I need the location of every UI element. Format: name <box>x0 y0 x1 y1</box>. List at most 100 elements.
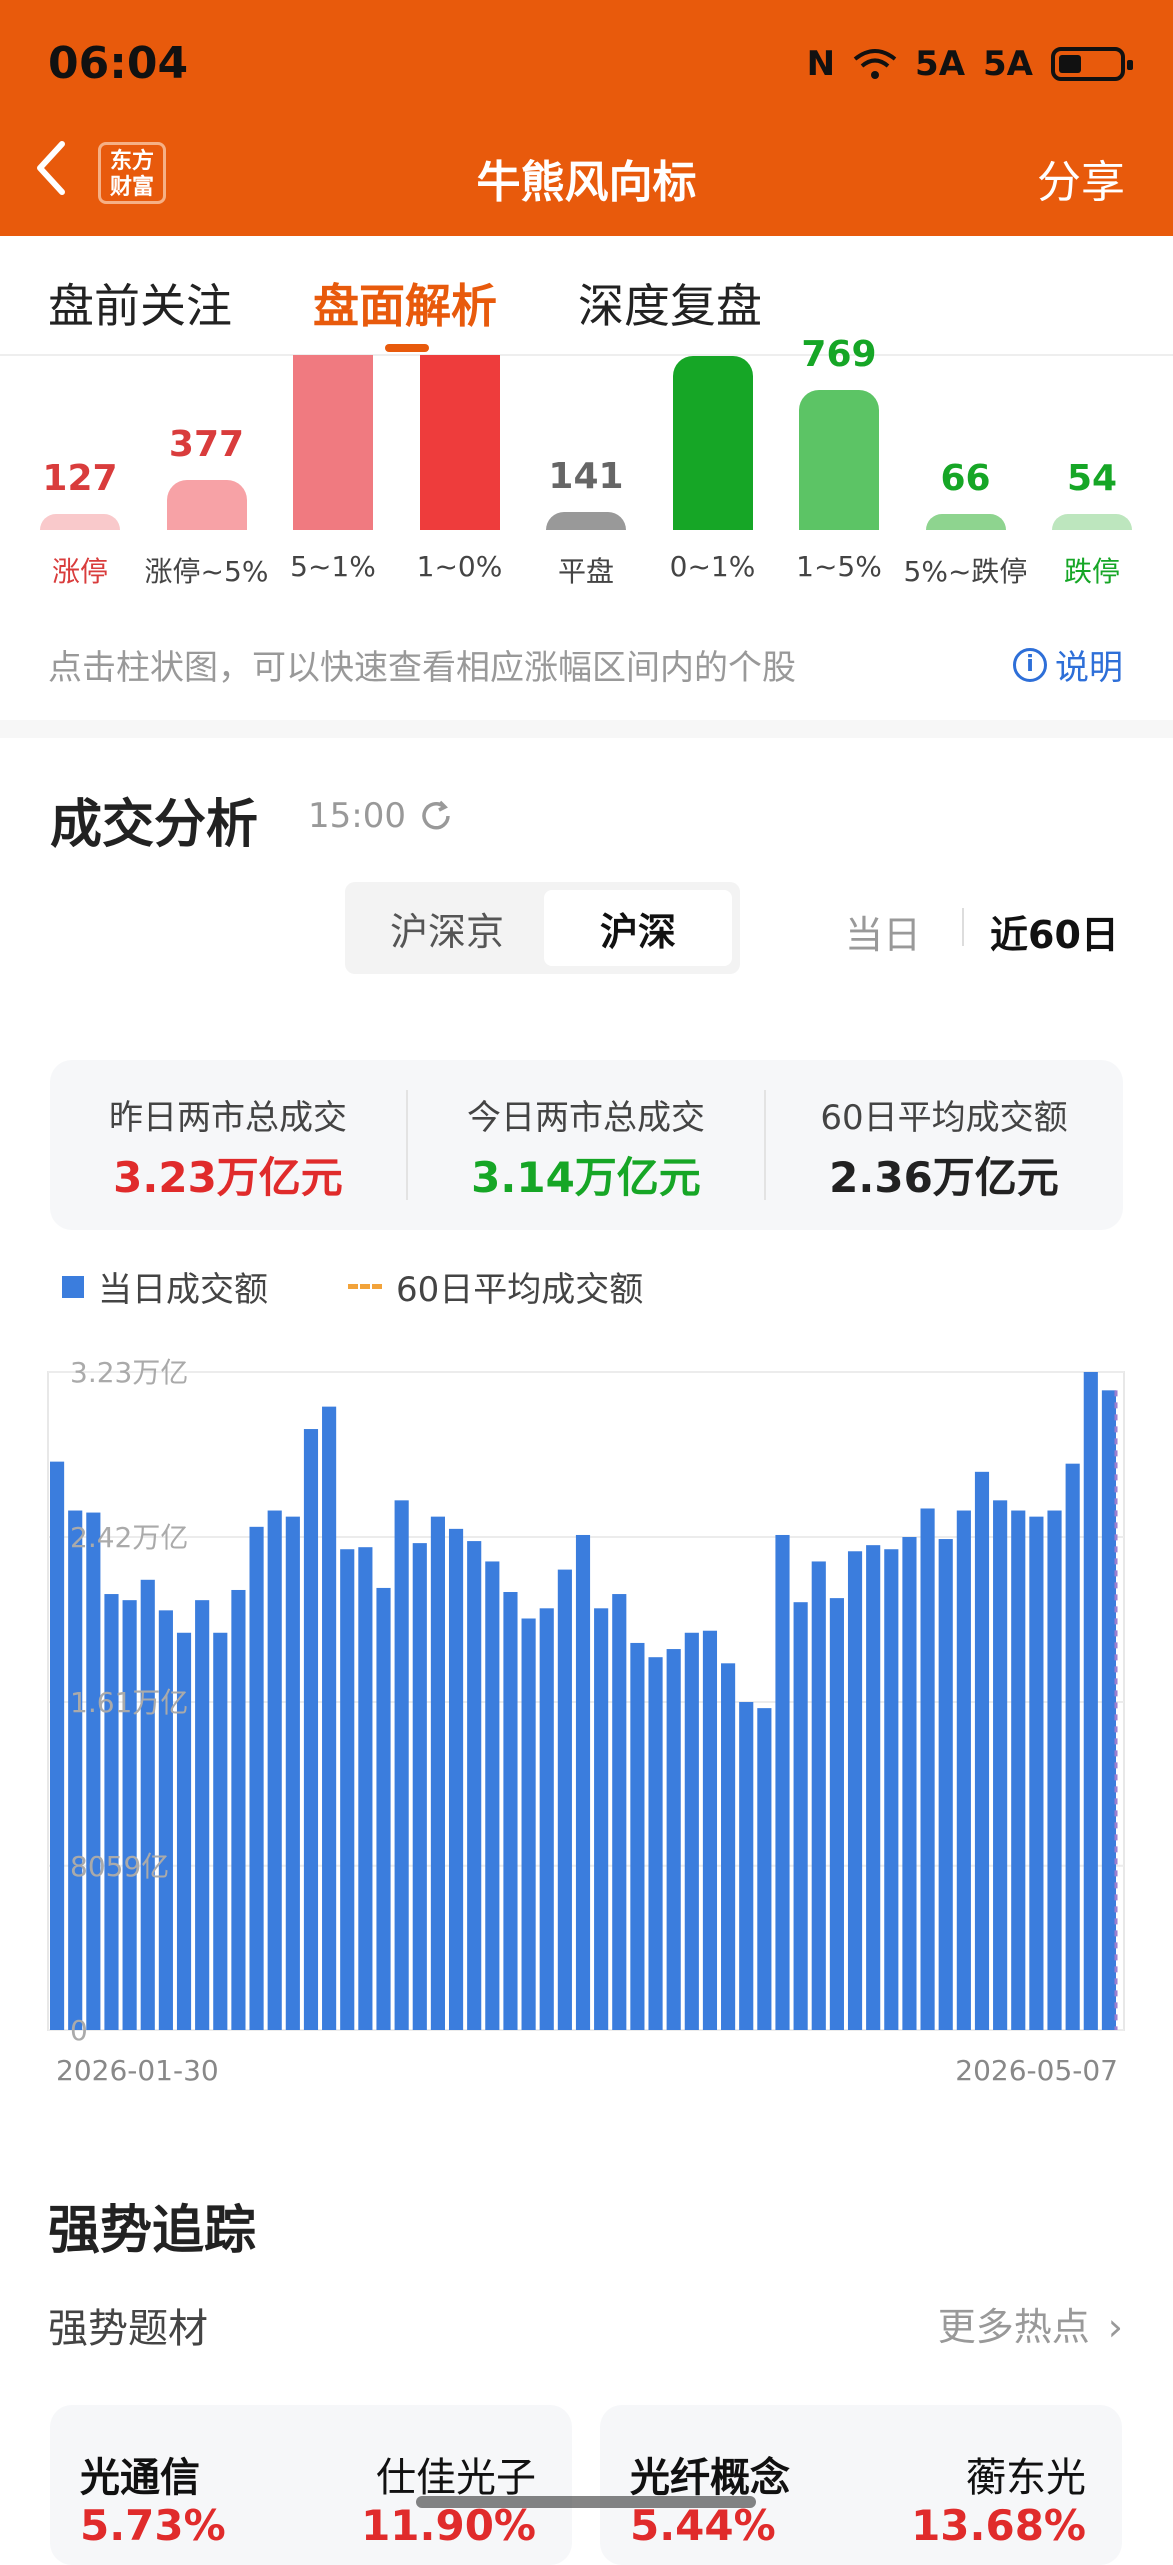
refresh-icon[interactable] <box>418 798 454 834</box>
signal-icon-2: 5A <box>983 44 1033 84</box>
chevron-right-icon: › <box>1107 2305 1123 2349</box>
volume-summary: 昨日两市总成交 3.23万亿元 今日两市总成交 3.14万亿元 60日平均成交额… <box>50 1060 1123 1230</box>
section-divider <box>0 720 1173 738</box>
tab-deep-review[interactable]: 深度复盘 <box>578 270 762 336</box>
volume-bar <box>757 1708 772 2030</box>
distribution-bar[interactable] <box>40 514 120 530</box>
volume-bar <box>829 1598 844 2030</box>
more-hot-link[interactable]: 更多热点 › <box>938 2296 1123 2351</box>
volume-bar <box>702 1630 718 2030</box>
volume-bar <box>158 1610 173 2030</box>
volume-bar <box>249 1526 264 2030</box>
volume-bar <box>866 1545 881 2030</box>
page-title: 牛熊风向标 <box>476 157 697 208</box>
summary-label: 今日两市总成交 <box>467 1098 705 1138</box>
battery-icon <box>1051 47 1133 81</box>
volume-bar <box>485 1561 500 2030</box>
market-option-hs[interactable]: 沪深 <box>544 890 732 966</box>
volume-bar <box>847 1551 863 2030</box>
volume-bar <box>1011 1510 1026 2030</box>
rise-fall-distribution <box>0 355 1173 595</box>
volume-bar <box>956 1510 971 2030</box>
volume-bar <box>993 1500 1008 2030</box>
theme-name: 光通信 <box>80 2455 200 2501</box>
active-tab-indicator <box>385 344 429 352</box>
theme-card[interactable]: 光通信 仕佳光子 5.73% 11.90% <box>50 2405 572 2565</box>
distribution-bar[interactable] <box>166 480 247 530</box>
volume-analysis-title: 成交分析 <box>50 795 259 855</box>
distribution-bar[interactable] <box>799 390 879 530</box>
y-tick-label: 0 <box>70 2014 88 2047</box>
volume-bar <box>503 1592 518 2030</box>
volume-bar <box>793 1602 808 2030</box>
theme-change: 5.44% <box>630 2501 776 2550</box>
summary-label: 昨日两市总成交 <box>109 1098 347 1138</box>
volume-bar <box>412 1543 427 2030</box>
y-tick-label: 8059亿 <box>70 1850 169 1883</box>
tab-premarket[interactable]: 盘前关注 <box>48 270 232 336</box>
leading-stock: 蘅东光 <box>966 2455 1086 2501</box>
summary-yesterday: 昨日两市总成交 3.23万亿元 <box>50 1060 406 1230</box>
volume-bar <box>775 1534 790 2030</box>
volume-bar <box>231 1589 246 2030</box>
range-divider <box>962 908 964 946</box>
y-tick-label: 3.23万亿 <box>70 1356 188 1389</box>
summary-value: 3.23万亿元 <box>113 1153 343 1202</box>
wifi-icon <box>853 49 897 79</box>
range-today-button[interactable]: 当日 <box>845 904 921 959</box>
summary-value: 2.36万亿元 <box>829 1153 1059 1202</box>
volume-bar <box>612 1594 627 2030</box>
volume-bar <box>938 1539 953 2030</box>
legend-daily-swatch <box>62 1275 84 1298</box>
y-tick-label: 2.42万亿 <box>70 1521 188 1554</box>
volume-bar <box>884 1549 899 2030</box>
volume-bar <box>1029 1516 1044 2030</box>
volume-bar <box>376 1587 391 2030</box>
chart-legend: 当日成交额 60日平均成交额 <box>62 1262 643 1311</box>
leading-stock: 仕佳光子 <box>376 2455 536 2501</box>
volume-bar <box>1101 1390 1117 2030</box>
share-button[interactable]: 分享 <box>1037 146 1125 210</box>
distribution-bar[interactable] <box>419 355 500 530</box>
volume-bar <box>666 1649 681 2030</box>
status-icons: N 5A 5A <box>806 44 1133 84</box>
range-60days-button[interactable]: 近60日 <box>990 904 1119 959</box>
volume-bar <box>1047 1510 1062 2030</box>
update-time: 15:00 <box>308 796 406 836</box>
volume-bar <box>684 1632 699 2030</box>
volume-bar <box>303 1429 319 2030</box>
explain-button[interactable]: i 说明 <box>1013 640 1123 689</box>
volume-bar <box>340 1549 355 2030</box>
theme-card[interactable]: 光纤概念 蘅东光 5.44% 13.68% <box>600 2405 1122 2565</box>
summary-label: 60日平均成交额 <box>820 1098 1068 1138</box>
nfc-icon: N <box>806 44 836 84</box>
volume-bar <box>920 1508 935 2030</box>
volume-bar <box>285 1516 300 2030</box>
x-end-label: 2026-05-07 <box>955 2054 1118 2087</box>
theme-change: 5.73% <box>80 2501 226 2550</box>
tab-market-analysis[interactable]: 盘面解析 <box>313 270 497 336</box>
volume-bar <box>539 1608 554 2030</box>
distribution-bar[interactable] <box>546 512 626 530</box>
market-option-hsj[interactable]: 沪深京 <box>353 890 541 966</box>
distribution-bar[interactable] <box>1052 514 1132 530</box>
volume-bar <box>902 1537 917 2030</box>
stock-change: 11.90% <box>361 2501 536 2550</box>
strong-tracking-title: 强势追踪 <box>48 2201 257 2261</box>
market-selector: 沪深京 沪深 <box>345 882 740 974</box>
volume-bar <box>1065 1463 1080 2030</box>
distribution-bar[interactable] <box>293 355 373 530</box>
volume-bar <box>50 1461 65 2030</box>
home-indicator <box>416 2496 756 2508</box>
stock-change: 13.68% <box>911 2501 1086 2550</box>
status-time: 06:04 <box>48 38 189 89</box>
y-tick-label: 1.61万亿 <box>70 1686 188 1719</box>
volume-bar <box>448 1528 464 2030</box>
distribution-bar[interactable] <box>672 356 753 530</box>
distribution-bar[interactable] <box>925 514 1006 530</box>
explain-label: 说明 <box>1055 648 1123 688</box>
more-hot-label: 更多热点 <box>937 2305 1090 2349</box>
volume-bar-chart[interactable]: 3.23万亿 2.42万亿 1.61万亿 8059亿 0 2026-01-30 2026-0… <box>0 1340 1173 2100</box>
volume-bar <box>394 1500 409 2030</box>
volume-bar <box>213 1632 228 2030</box>
